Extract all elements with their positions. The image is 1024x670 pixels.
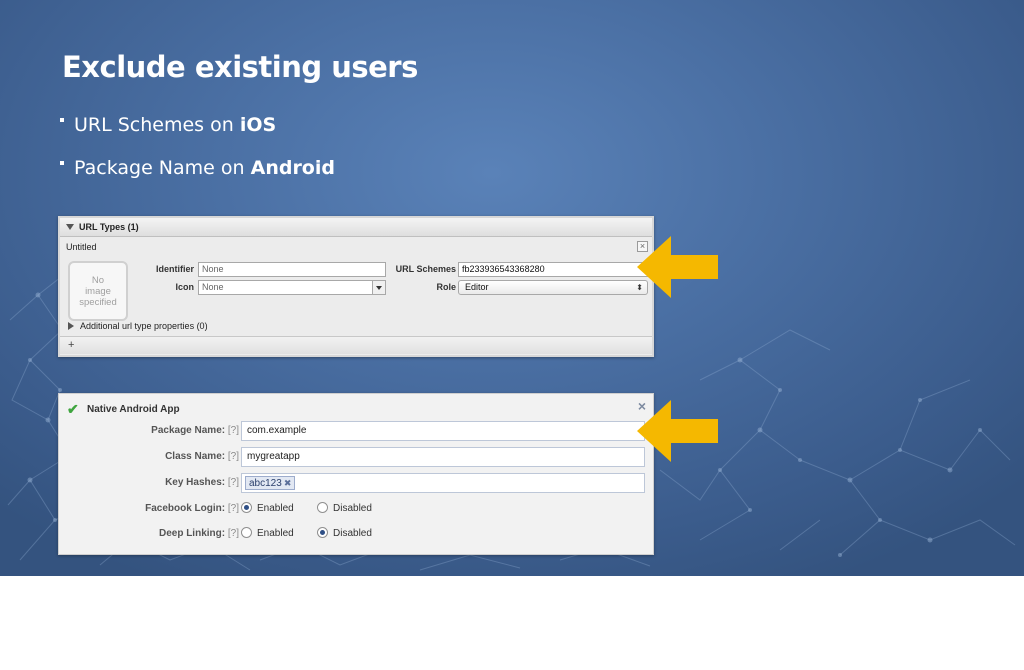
facebook-login-label: Facebook Login: [?]	[79, 503, 239, 514]
no-image-line: specified	[79, 297, 117, 308]
slide-background: Exclude existing users URL Schemes on iO…	[0, 0, 1024, 576]
facebook-login-label-text: Facebook Login:	[145, 503, 226, 514]
native-android-app-panel: ✔ Native Android App × Package Name: [?]…	[58, 393, 654, 555]
icon-combo-value: None	[202, 282, 224, 292]
bullet-text: Package Name on	[74, 157, 251, 179]
slide-title: Exclude existing users	[62, 50, 418, 84]
key-hashes-label: Key Hashes: [?]	[79, 477, 239, 488]
key-hashes-label-text: Key Hashes:	[165, 477, 226, 488]
radio-selected-icon[interactable]	[317, 527, 328, 538]
radio-unselected-icon[interactable]	[317, 502, 328, 513]
radio-unselected-icon[interactable]	[241, 527, 252, 538]
icon-combo-field[interactable]: None	[198, 280, 386, 295]
radio-label: Enabled	[257, 528, 294, 539]
bullet-text: URL Schemes on	[74, 114, 240, 136]
checkmark-icon: ✔	[67, 401, 79, 417]
xcode-url-types-panel: URL Types (1) Untitled × No image specif…	[58, 216, 654, 357]
help-link[interactable]: [?]	[228, 503, 239, 514]
add-url-type-button[interactable]: +	[60, 337, 652, 354]
bullet-package-name: Package Name on Android	[60, 157, 335, 179]
url-type-title: Untitled	[66, 242, 97, 252]
url-types-header[interactable]: URL Types (1)	[60, 218, 652, 237]
url-schemes-label: URL Schemes	[395, 264, 456, 274]
panel-title: Native Android App	[87, 404, 180, 415]
disclosure-triangle-icon[interactable]	[68, 322, 74, 330]
additional-properties-label: Additional url type properties (0)	[80, 321, 208, 331]
role-select[interactable]: Editor ⬍	[458, 280, 648, 295]
arrow-left-icon	[637, 400, 718, 462]
facebook-login-disabled-radio[interactable]: Disabled	[317, 502, 372, 514]
url-schemes-field[interactable]: fb233936543368280	[458, 262, 648, 277]
identifier-field[interactable]: None	[198, 262, 386, 277]
class-name-label-text: Class Name:	[165, 451, 226, 462]
url-types-header-label: URL Types (1)	[79, 222, 139, 232]
role-select-value: Editor	[465, 282, 489, 292]
package-name-label-text: Package Name:	[151, 425, 226, 436]
package-name-input[interactable]: com.example	[241, 421, 645, 441]
bullet-url-schemes: URL Schemes on iOS	[60, 114, 276, 136]
role-label: Role	[436, 282, 456, 292]
deep-linking-disabled-radio[interactable]: Disabled	[317, 527, 372, 539]
class-name-label: Class Name: [?]	[79, 451, 239, 462]
class-name-input[interactable]: mygreatapp	[241, 447, 645, 467]
identifier-label: Identifier	[155, 264, 194, 274]
radio-label: Disabled	[333, 503, 372, 514]
help-link[interactable]: [?]	[228, 451, 239, 462]
additional-properties-toggle[interactable]: Additional url type properties (0)	[68, 321, 208, 331]
url-type-entry: Untitled × No image specified Identifier…	[60, 237, 652, 337]
key-hash-token-text: abc123	[249, 478, 282, 489]
bullet-emphasis: iOS	[239, 114, 277, 136]
remove-token-icon[interactable]: ✖	[284, 478, 292, 488]
radio-label: Enabled	[257, 503, 294, 514]
facebook-login-enabled-radio[interactable]: Enabled	[241, 502, 294, 514]
package-name-label: Package Name: [?]	[79, 425, 239, 436]
bullet-dot	[60, 118, 64, 122]
help-link[interactable]: [?]	[228, 528, 239, 539]
bullet-dot	[60, 161, 64, 165]
key-hashes-input[interactable]: abc123 ✖	[241, 473, 645, 493]
help-link[interactable]: [?]	[228, 477, 239, 488]
bullet-emphasis: Android	[250, 157, 335, 179]
deep-linking-label: Deep Linking: [?]	[79, 528, 239, 539]
radio-selected-icon[interactable]	[241, 502, 252, 513]
deep-linking-label-text: Deep Linking:	[158, 528, 226, 539]
help-link[interactable]: [?]	[228, 425, 239, 436]
arrow-left-icon	[637, 236, 718, 298]
radio-label: Disabled	[333, 528, 372, 539]
icon-label: Icon	[175, 282, 194, 292]
deep-linking-enabled-radio[interactable]: Enabled	[241, 527, 294, 539]
key-hash-token[interactable]: abc123 ✖	[245, 476, 296, 490]
disclosure-triangle-icon[interactable]	[66, 224, 74, 230]
